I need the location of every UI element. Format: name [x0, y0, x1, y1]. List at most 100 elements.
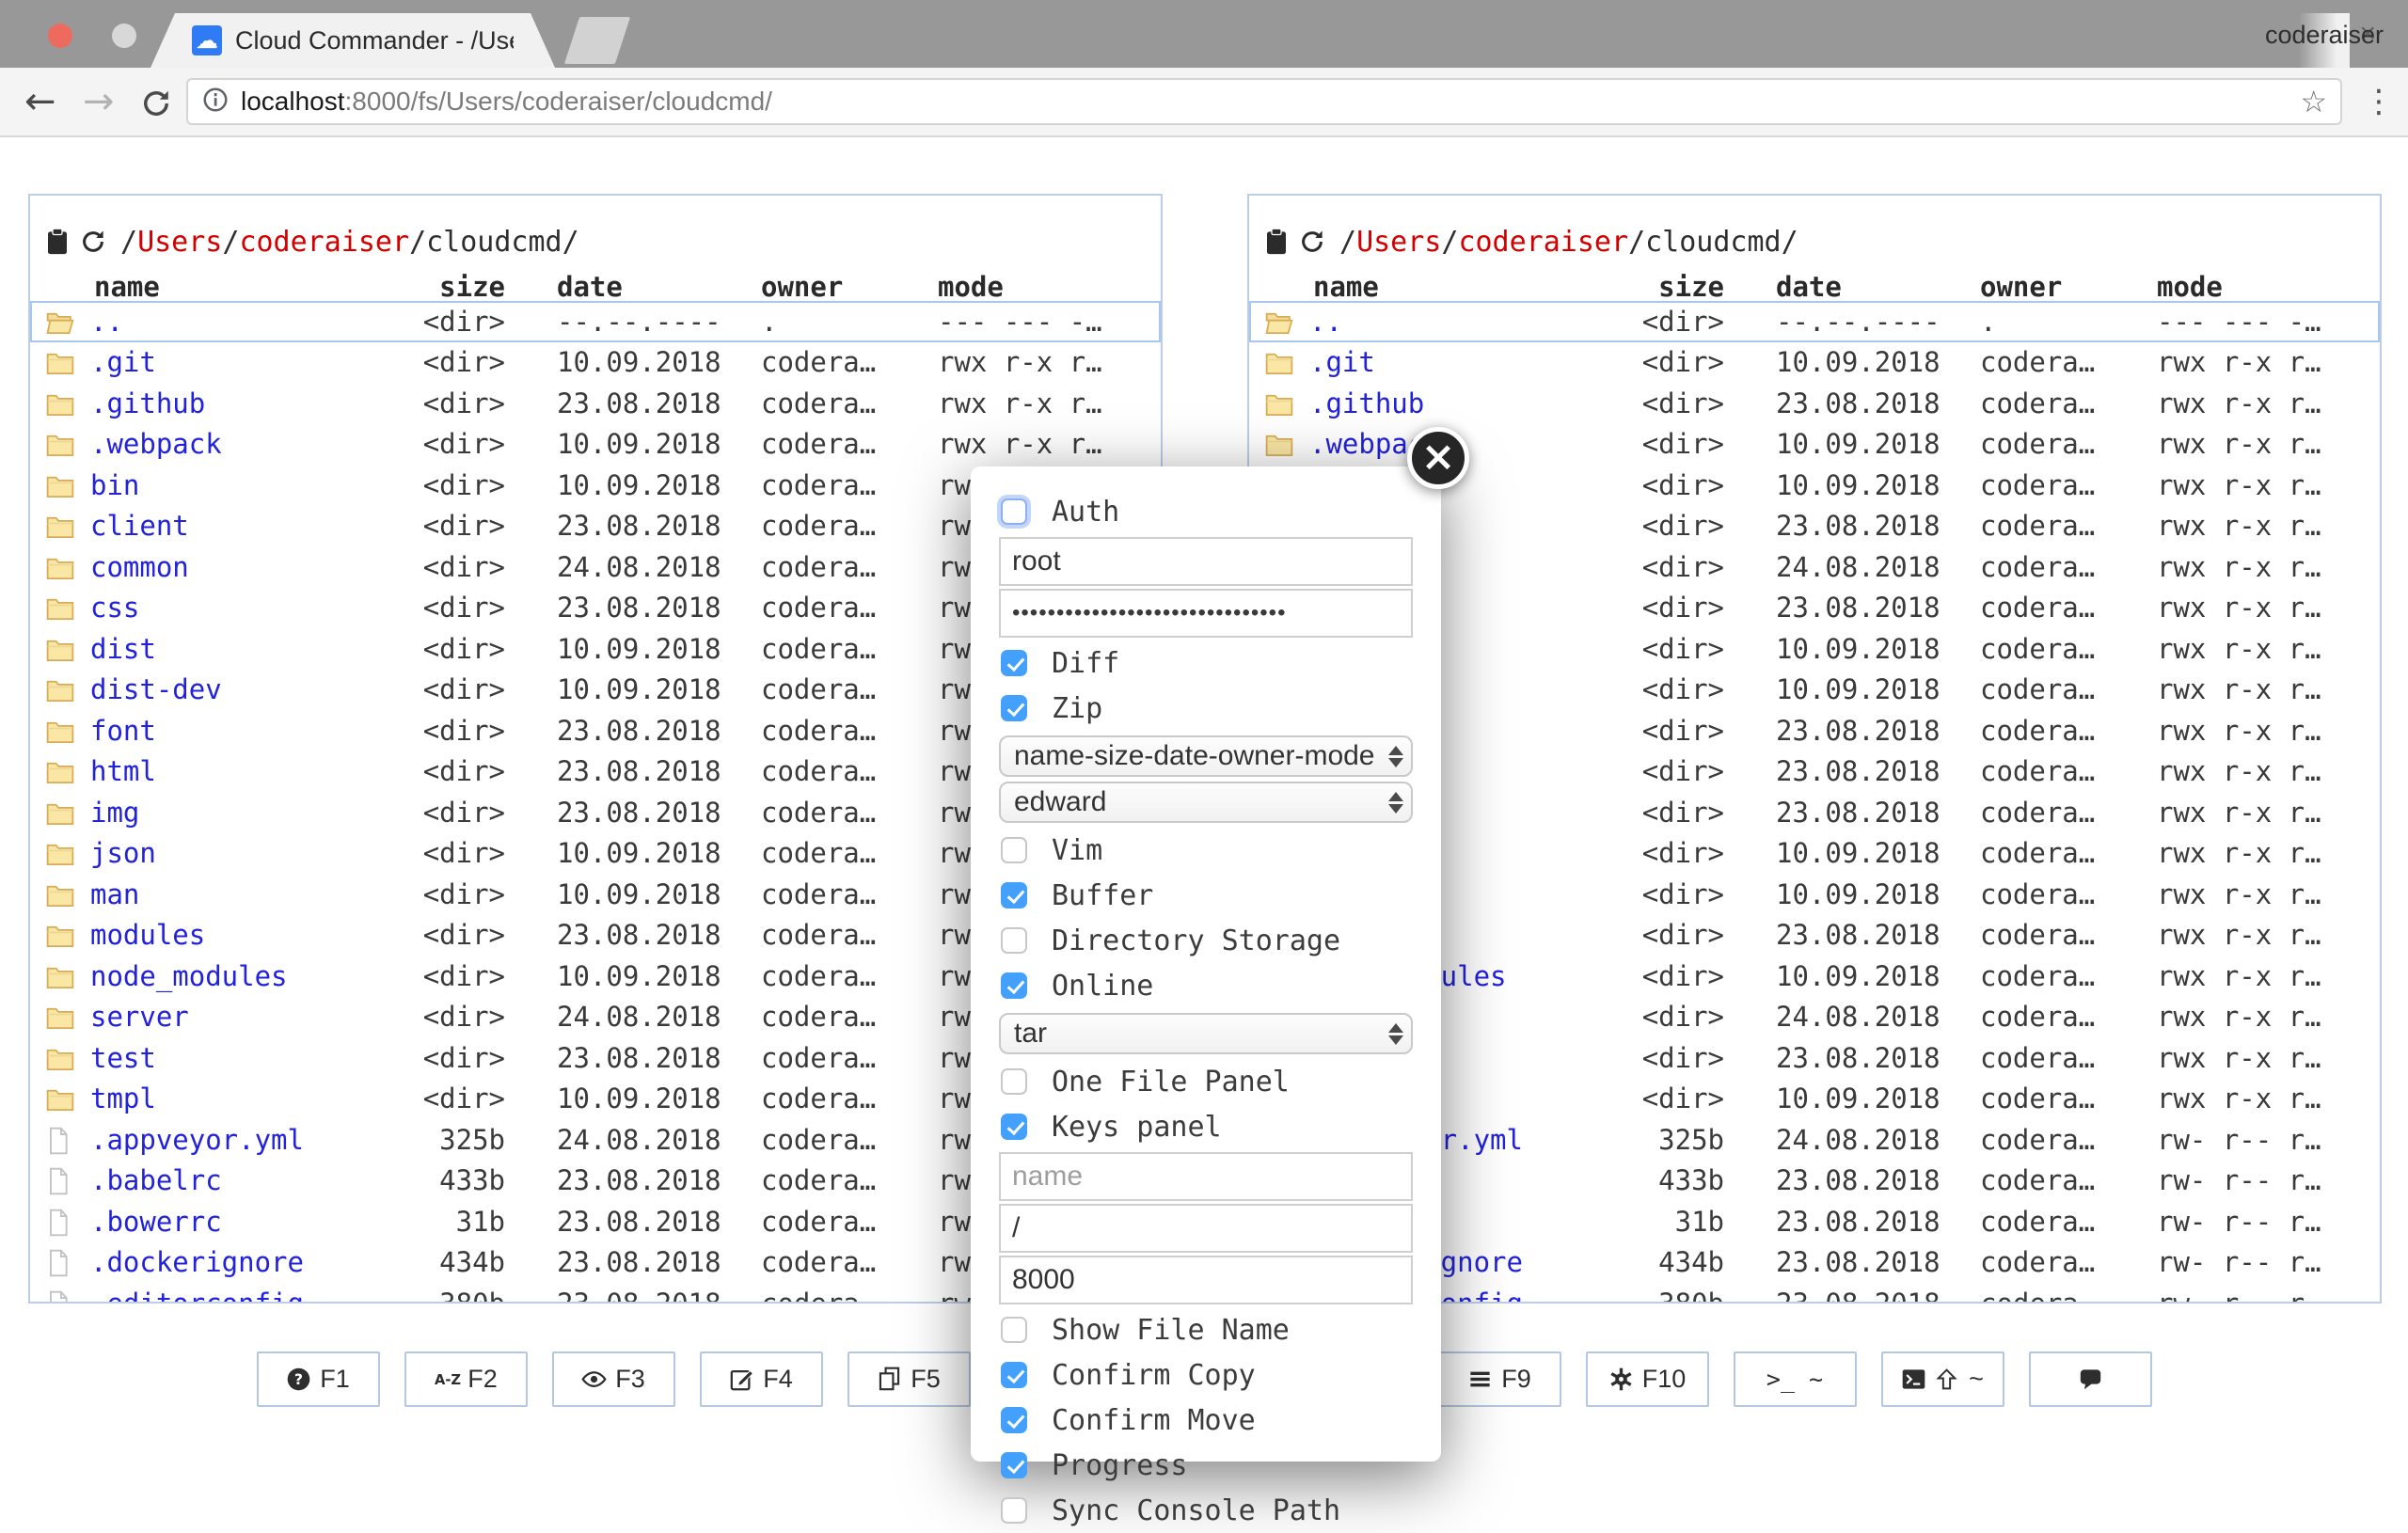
path-segment[interactable]: coderaiser	[239, 226, 409, 259]
clipboard-icon[interactable]	[1262, 228, 1291, 256]
forward-icon[interactable]: →	[83, 83, 115, 120]
file-name[interactable]: .git	[90, 346, 388, 378]
column-mode[interactable]: mode	[938, 271, 1161, 303]
file-name[interactable]: dist-dev	[90, 673, 388, 705]
console-button[interactable]: >_ ~	[1734, 1351, 1857, 1407]
file-row[interactable]: .webpack<dir>10.09.2018codera…rwx r-x r…	[30, 424, 1161, 466]
chat-button[interactable]	[2029, 1351, 2152, 1407]
confirm-copy-checkbox[interactable]	[1001, 1362, 1027, 1388]
file-row[interactable]: .github<dir>23.08.2018codera…rwx r-x r…	[30, 383, 1161, 424]
file-row[interactable]: ..<dir>--.--.----.--- --- -…	[1249, 301, 2380, 342]
username-field[interactable]	[999, 537, 1413, 586]
confirm-move-checkbox[interactable]	[1001, 1407, 1027, 1433]
file-name[interactable]: .webpack	[90, 428, 388, 460]
online-checkbox[interactable]	[1001, 972, 1027, 999]
file-name[interactable]: bin	[90, 469, 388, 501]
column-size[interactable]: size	[1607, 271, 1724, 303]
one-file-panel-checkbox[interactable]	[1001, 1068, 1027, 1095]
file-name[interactable]: modules	[90, 919, 388, 951]
current-path[interactable]: /Users/coderaiser/cloudcmd/	[120, 226, 579, 259]
path-segment[interactable]: Users	[137, 226, 222, 259]
progress-checkbox[interactable]	[1001, 1452, 1027, 1478]
password-field[interactable]	[999, 589, 1413, 638]
url-bar[interactable]: localhost:8000/fs/Users/coderaiser/cloud…	[186, 78, 2342, 125]
column-size[interactable]: size	[388, 271, 505, 303]
file-name[interactable]: .git	[1309, 346, 1607, 378]
minimize-window-button[interactable]	[112, 24, 136, 48]
file-name[interactable]: html	[90, 755, 388, 787]
column-owner[interactable]: owner	[761, 271, 938, 303]
file-name[interactable]: server	[90, 1001, 388, 1033]
file-name[interactable]: node_modules	[90, 960, 388, 992]
copy-button[interactable]: F5	[848, 1351, 971, 1407]
editor-select[interactable]: edward	[999, 782, 1413, 823]
edit-button[interactable]: F4	[700, 1351, 823, 1407]
path-segment[interactable]: Users	[1356, 226, 1441, 259]
zip-checkbox[interactable]	[1001, 695, 1027, 721]
packer-select[interactable]: tar	[999, 1013, 1413, 1054]
file-name[interactable]: dist	[90, 633, 388, 665]
file-name[interactable]: client	[90, 510, 388, 542]
file-name[interactable]: .dockerignore	[90, 1246, 388, 1278]
current-path[interactable]: /Users/coderaiser/cloudcmd/	[1339, 226, 1798, 259]
column-name[interactable]: name	[90, 271, 388, 303]
column-mode[interactable]: mode	[2157, 271, 2380, 303]
file-name[interactable]: img	[90, 797, 388, 829]
new-tab-button[interactable]	[564, 17, 630, 64]
file-row[interactable]: .git<dir>10.09.2018codera…rwx r-x r…	[1249, 342, 2380, 384]
auth-checkbox[interactable]	[1001, 498, 1027, 525]
file-name[interactable]: common	[90, 551, 388, 583]
path-segment[interactable]: coderaiser	[1458, 226, 1628, 259]
file-name[interactable]: test	[90, 1042, 388, 1074]
dialog-close-icon[interactable]: ×	[1407, 427, 1469, 489]
file-name[interactable]: .editorconfig	[90, 1288, 388, 1302]
file-name[interactable]: .appveyor.yml	[90, 1124, 388, 1156]
file-name[interactable]: json	[90, 837, 388, 869]
refresh-icon[interactable]	[79, 228, 107, 256]
menu-button[interactable]: F9	[1438, 1351, 1561, 1407]
vim-checkbox[interactable]	[1001, 837, 1027, 863]
file-name[interactable]: man	[90, 878, 388, 910]
clipboard-icon[interactable]	[43, 228, 71, 256]
file-row[interactable]: ..<dir>--.--.----.--- --- -…	[30, 301, 1161, 342]
file-name[interactable]: .github	[1309, 387, 1607, 419]
browser-profile-name[interactable]: coderaiser	[2265, 21, 2384, 50]
view-button[interactable]: F3	[552, 1351, 675, 1407]
close-window-button[interactable]	[48, 24, 72, 48]
prefix-field[interactable]	[999, 1204, 1413, 1253]
column-date[interactable]: date	[1724, 271, 1980, 303]
file-name[interactable]: tmpl	[90, 1083, 388, 1114]
browser-tab[interactable]: ☁ Cloud Commander - /Users/co	[150, 13, 555, 68]
terminal-button[interactable]: ~	[1881, 1351, 2004, 1407]
file-name[interactable]: ..	[1309, 306, 1607, 338]
info-icon[interactable]	[201, 86, 230, 119]
file-name[interactable]: font	[90, 715, 388, 747]
keys-panel-checkbox[interactable]	[1001, 1114, 1027, 1140]
file-row[interactable]: .github<dir>23.08.2018codera…rwx r-x r…	[1249, 383, 2380, 424]
buffer-checkbox[interactable]	[1001, 882, 1027, 909]
rename-button[interactable]: A-ZF2	[404, 1351, 528, 1407]
back-icon[interactable]: ←	[24, 83, 56, 120]
file-name[interactable]: .babelrc	[90, 1164, 388, 1196]
diff-checkbox[interactable]	[1001, 650, 1027, 676]
column-name[interactable]: name	[1309, 271, 1607, 303]
columns-select[interactable]: name-size-date-owner-mode	[999, 735, 1413, 777]
config-button[interactable]: F10	[1586, 1351, 1709, 1407]
directory-storage-checkbox[interactable]	[1001, 927, 1027, 954]
show-file-name-checkbox[interactable]	[1001, 1317, 1027, 1343]
file-name[interactable]: css	[90, 592, 388, 624]
file-row[interactable]: .git<dir>10.09.2018codera…rwx r-x r…	[30, 342, 1161, 384]
column-owner[interactable]: owner	[1980, 271, 2157, 303]
reload-icon[interactable]	[139, 87, 173, 127]
refresh-icon[interactable]	[1298, 228, 1326, 256]
file-name[interactable]: .github	[90, 387, 388, 419]
port-field[interactable]	[999, 1256, 1413, 1304]
name-field[interactable]	[999, 1152, 1413, 1201]
browser-menu-icon[interactable]: ⋮	[2363, 83, 2395, 120]
sync-console-path-checkbox[interactable]	[1001, 1497, 1027, 1524]
file-name[interactable]: ..	[90, 306, 388, 338]
column-date[interactable]: date	[505, 271, 761, 303]
bookmark-star-icon[interactable]: ☆	[2300, 84, 2327, 119]
help-button[interactable]: ?F1	[257, 1351, 380, 1407]
file-name[interactable]: .bowerrc	[90, 1206, 388, 1238]
